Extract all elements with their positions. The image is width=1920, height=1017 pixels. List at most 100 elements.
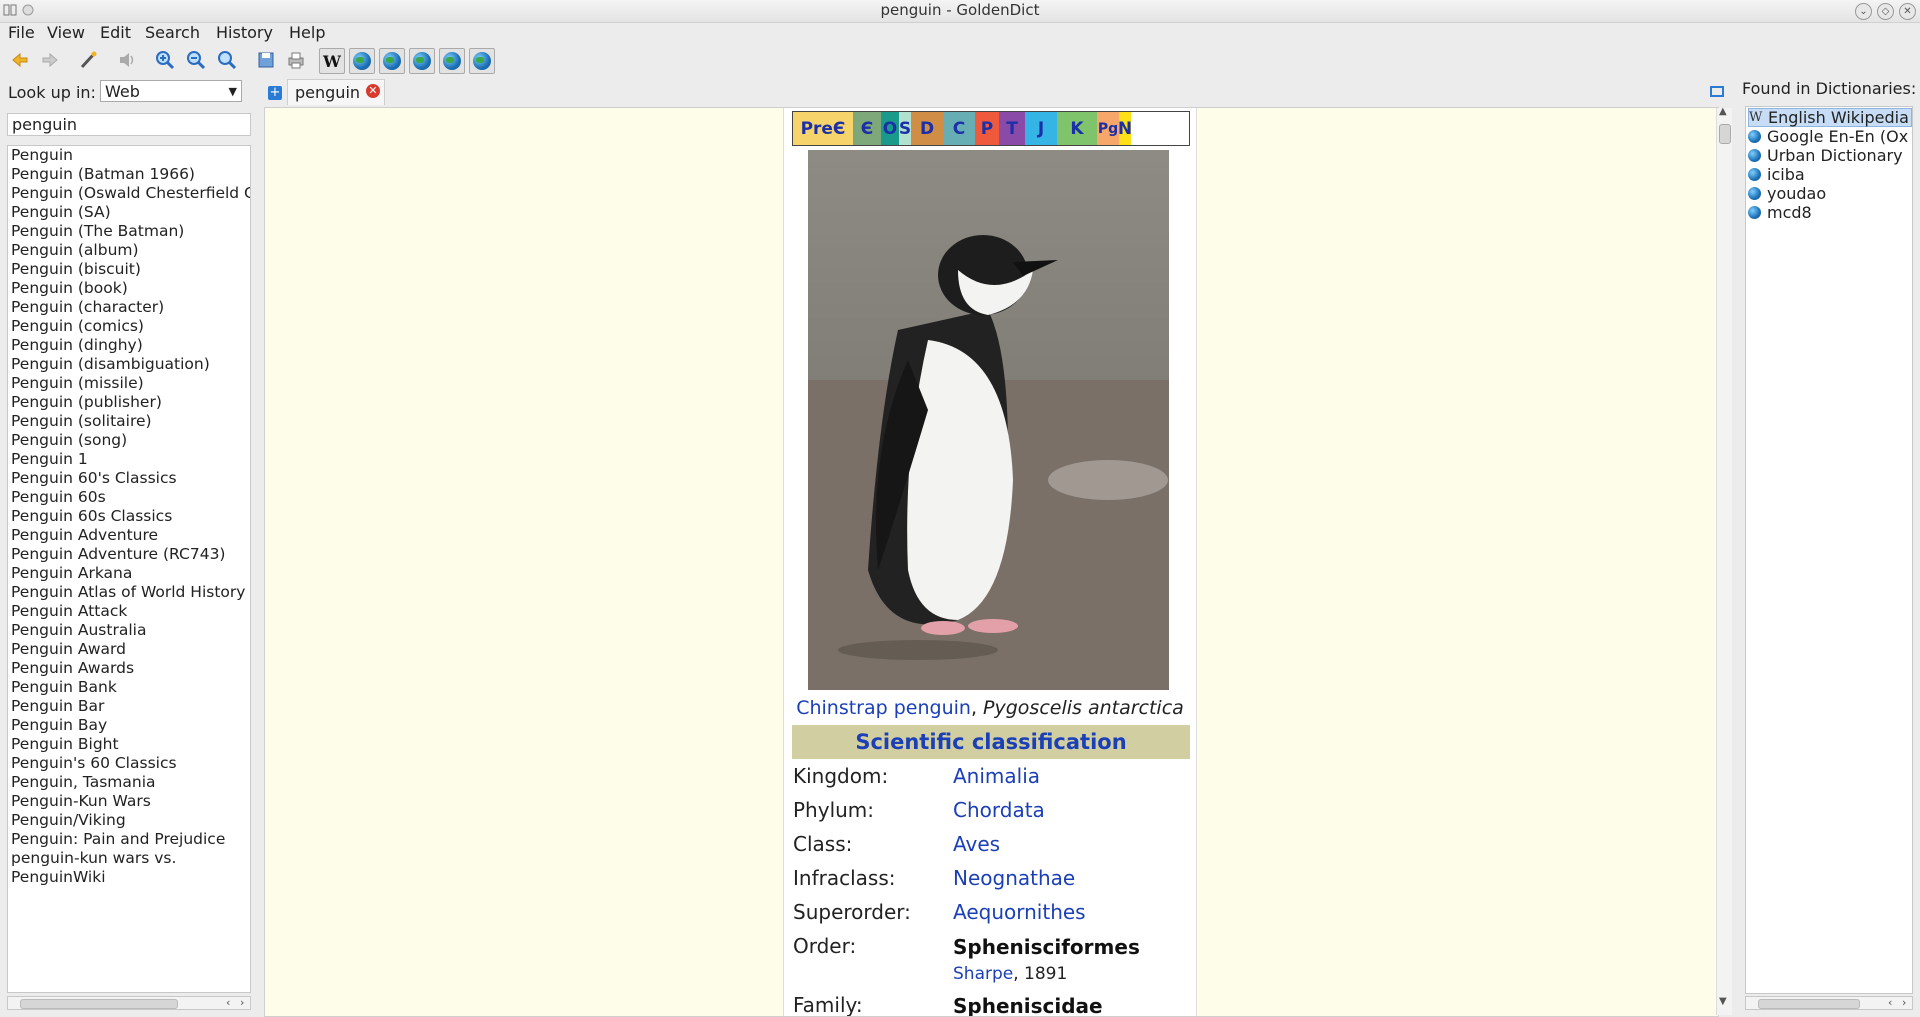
scroll-up-icon[interactable]: ▲ bbox=[1719, 106, 1727, 117]
list-item[interactable]: Penguin Awards bbox=[8, 659, 250, 678]
list-item[interactable]: Penguin, Tasmania bbox=[8, 773, 250, 792]
list-item[interactable]: Penguin 60's Classics bbox=[8, 469, 250, 488]
taxon-class[interactable]: Aves bbox=[953, 832, 1000, 856]
maximize-icon[interactable]: ◇ bbox=[1877, 3, 1894, 20]
list-item[interactable]: Penguin (publisher) bbox=[8, 393, 250, 412]
taxon-phylum[interactable]: Chordata bbox=[953, 798, 1045, 822]
list-item[interactable]: Penguin Adventure (RC743) bbox=[8, 545, 250, 564]
article-vscrollbar[interactable]: ▲ ▼ bbox=[1716, 106, 1732, 1015]
globe-icon[interactable] bbox=[349, 48, 375, 74]
dictionary-item-urban[interactable]: Urban Dictionary bbox=[1748, 146, 1912, 165]
list-item[interactable]: Penguin Bight bbox=[8, 735, 250, 754]
menu-file[interactable]: File bbox=[8, 22, 35, 44]
timeline-segment[interactable]: O bbox=[881, 112, 899, 145]
pin-icon[interactable] bbox=[21, 3, 35, 17]
list-item[interactable]: Penguin (solitaire) bbox=[8, 412, 250, 431]
close-icon[interactable]: ✕ bbox=[1899, 3, 1916, 20]
scrollbar-thumb[interactable] bbox=[20, 999, 178, 1009]
search-input[interactable] bbox=[7, 113, 251, 136]
caption-link[interactable]: Chinstrap penguin bbox=[796, 697, 971, 719]
list-item[interactable]: Penguin Australia bbox=[8, 621, 250, 640]
list-item[interactable]: Penguin bbox=[8, 146, 250, 165]
minimize-icon[interactable]: ⌄ bbox=[1855, 3, 1872, 20]
list-item[interactable]: Penguin (comics) bbox=[8, 317, 250, 336]
menu-view[interactable]: View bbox=[47, 22, 85, 44]
list-item[interactable]: Penguin (Oswald Chesterfield C bbox=[8, 184, 250, 203]
list-item[interactable]: Penguin (dinghy) bbox=[8, 336, 250, 355]
scroll-right-icon[interactable]: › bbox=[1902, 996, 1906, 1009]
timeline-segment[interactable]: N bbox=[1118, 112, 1132, 145]
wikipedia-icon[interactable]: W bbox=[319, 48, 345, 74]
dictionary-item-youdao[interactable]: youdao bbox=[1748, 184, 1912, 203]
word-list-hscrollbar[interactable]: ‹ › bbox=[7, 996, 251, 1010]
save-icon[interactable] bbox=[254, 48, 278, 72]
scrollbar-thumb[interactable] bbox=[1719, 124, 1731, 144]
taxon-superorder[interactable]: Aequornithes bbox=[953, 900, 1086, 924]
timeline-segment[interactable]: T bbox=[999, 112, 1025, 145]
taxon-infraclass[interactable]: Neognathae bbox=[953, 866, 1075, 890]
timeline-segment[interactable]: D bbox=[911, 112, 943, 145]
list-item[interactable]: penguin-kun wars vs. bbox=[8, 849, 250, 868]
timeline-segment[interactable]: Є bbox=[853, 112, 881, 145]
authority-link[interactable]: Sharpe bbox=[953, 964, 1013, 984]
window-menu-icon[interactable] bbox=[3, 3, 17, 17]
scroll-right-icon[interactable]: › bbox=[240, 996, 244, 1009]
list-item[interactable]: Penguin (The Batman) bbox=[8, 222, 250, 241]
dictionary-list-hscrollbar[interactable]: ‹ › bbox=[1745, 996, 1913, 1010]
menu-history[interactable]: History bbox=[216, 22, 273, 44]
globe-icon[interactable] bbox=[409, 48, 435, 74]
timeline-segment[interactable]: K bbox=[1057, 112, 1097, 145]
dictionary-item-google[interactable]: Google En-En (Ox bbox=[1748, 127, 1912, 146]
lookup-group-select[interactable]: Web ▼ bbox=[100, 80, 242, 102]
menu-edit[interactable]: Edit bbox=[100, 22, 131, 44]
globe-icon[interactable] bbox=[379, 48, 405, 74]
list-item[interactable]: Penguin/Viking bbox=[8, 811, 250, 830]
timeline-segment[interactable]: J bbox=[1025, 112, 1057, 145]
dictionary-item-english-wikipedia[interactable]: W English Wikipedia bbox=[1748, 108, 1912, 127]
scroll-left-icon[interactable]: ‹ bbox=[226, 996, 230, 1009]
timeline-segment[interactable]: Pg bbox=[1097, 112, 1119, 145]
list-item[interactable]: Penguin (biscuit) bbox=[8, 260, 250, 279]
list-item[interactable]: Penguin Arkana bbox=[8, 564, 250, 583]
list-item[interactable]: Penguin Award bbox=[8, 640, 250, 659]
list-item[interactable]: Penguin 60s bbox=[8, 488, 250, 507]
list-item[interactable]: Penguin: Pain and Prejudice bbox=[8, 830, 250, 849]
list-item[interactable]: Penguin 60s Classics bbox=[8, 507, 250, 526]
list-item[interactable]: Penguin (character) bbox=[8, 298, 250, 317]
dictionary-list[interactable]: W English Wikipedia Google En-En (Ox Urb… bbox=[1745, 106, 1913, 994]
menu-search[interactable]: Search bbox=[145, 22, 200, 44]
article-view[interactable]: PreЄ Є O S D C P T J K Pg N Chinstrap pe… bbox=[264, 107, 1719, 1017]
list-item[interactable]: Penguin Attack bbox=[8, 602, 250, 621]
list-item[interactable]: Penguin Adventure bbox=[8, 526, 250, 545]
zoom-in-icon[interactable] bbox=[153, 48, 177, 72]
timeline-segment[interactable]: C bbox=[943, 112, 975, 145]
scroll-left-icon[interactable]: ‹ bbox=[1888, 996, 1892, 1009]
back-arrow-icon[interactable] bbox=[8, 48, 32, 72]
scrollbar-thumb[interactable] bbox=[1758, 999, 1860, 1009]
taxon-kingdom[interactable]: Animalia bbox=[953, 764, 1040, 788]
tab-close-icon[interactable]: ✕ bbox=[366, 84, 380, 98]
list-item[interactable]: Penguin Bar bbox=[8, 697, 250, 716]
list-item[interactable]: Penguin Bay bbox=[8, 716, 250, 735]
scroll-down-icon[interactable]: ▼ bbox=[1719, 996, 1727, 1007]
dictionary-item-mcd8[interactable]: mcd8 bbox=[1748, 203, 1912, 222]
zoom-reset-icon[interactable] bbox=[215, 48, 239, 72]
zoom-out-icon[interactable] bbox=[184, 48, 208, 72]
list-item[interactable]: Penguin 1 bbox=[8, 450, 250, 469]
list-item[interactable]: Penguin (song) bbox=[8, 431, 250, 450]
list-item[interactable]: Penguin (SA) bbox=[8, 203, 250, 222]
speaker-icon[interactable] bbox=[115, 48, 139, 72]
word-list[interactable]: Penguin Penguin (Batman 1966) Penguin (Osw… bbox=[7, 145, 251, 993]
wand-icon[interactable] bbox=[76, 48, 100, 72]
timeline-segment[interactable]: PreЄ bbox=[793, 112, 853, 145]
globe-icon[interactable] bbox=[439, 48, 465, 74]
print-icon[interactable] bbox=[284, 48, 308, 72]
new-tab-icon[interactable]: + bbox=[268, 86, 282, 100]
tabs-menu-icon[interactable] bbox=[1710, 86, 1724, 97]
list-item[interactable]: Penguin (disambiguation) bbox=[8, 355, 250, 374]
menu-help[interactable]: Help bbox=[289, 22, 325, 44]
list-item[interactable]: Penguin (Batman 1966) bbox=[8, 165, 250, 184]
list-item[interactable]: Penguin's 60 Classics bbox=[8, 754, 250, 773]
timeline-segment[interactable]: S bbox=[899, 112, 911, 145]
list-item[interactable]: Penguin Bank bbox=[8, 678, 250, 697]
